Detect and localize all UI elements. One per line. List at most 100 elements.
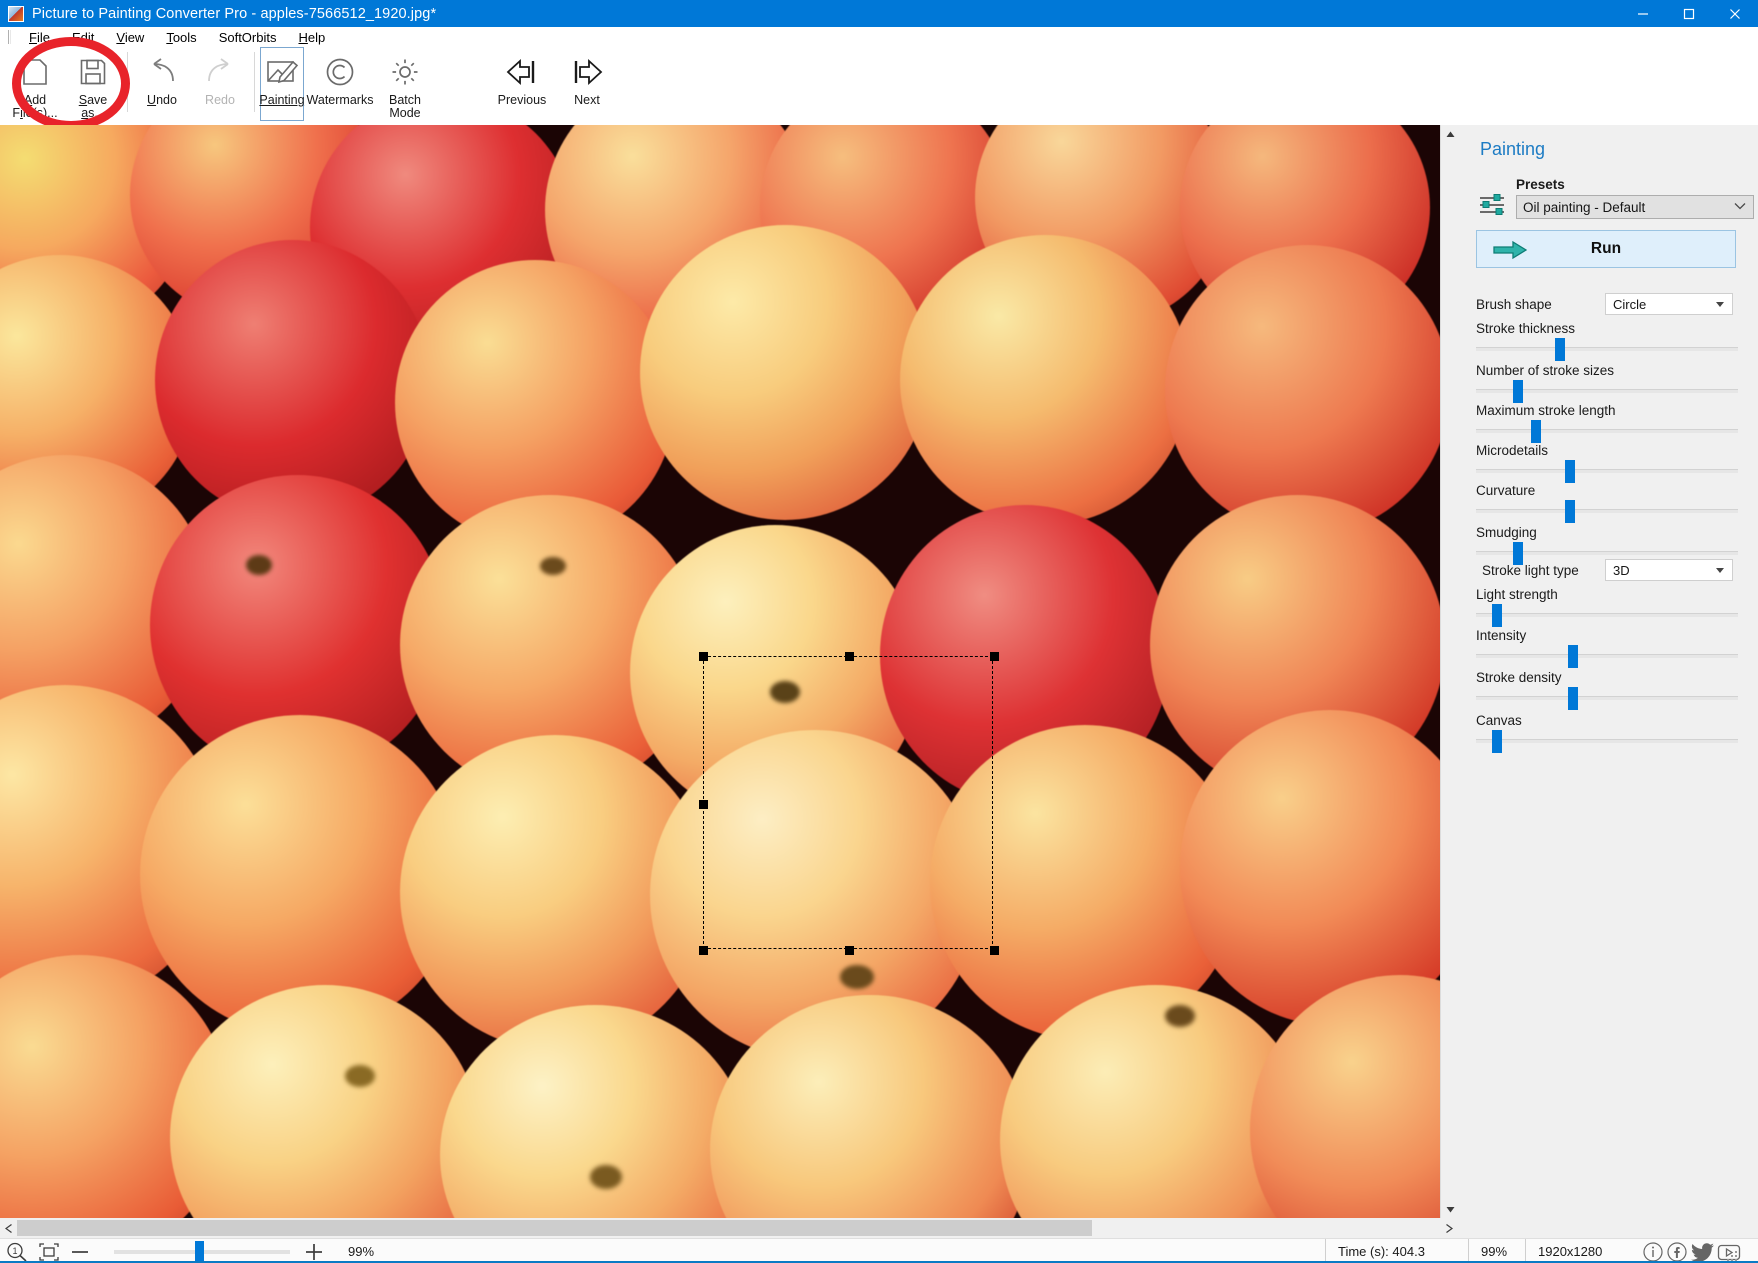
presets-label: Presets — [1516, 177, 1565, 192]
watermarks-label: Watermarks — [307, 94, 374, 107]
curvature-label: Curvature — [1476, 483, 1742, 498]
painted-apples-image — [0, 125, 1440, 1218]
menu-edit[interactable]: Edit — [61, 30, 105, 45]
previous-label: Previous — [498, 94, 547, 107]
selection-handle-bottom-center[interactable] — [845, 946, 854, 955]
facebook-icon[interactable] — [1666, 1241, 1690, 1263]
maximum-stroke-length-slider[interactable] — [1476, 429, 1738, 433]
add-files-button[interactable]: AddFile(s)... — [6, 47, 64, 121]
info-icon[interactable] — [1642, 1241, 1666, 1263]
intensity-slider[interactable] — [1476, 654, 1738, 658]
previous-arrow-icon — [504, 52, 540, 92]
number-of-stroke-sizes-slider[interactable] — [1476, 389, 1738, 393]
redo-icon — [204, 52, 236, 92]
next-button[interactable]: Next — [558, 47, 616, 121]
slider-thumb[interactable] — [1513, 542, 1523, 565]
presets-combobox[interactable]: Oil painting - Default — [1516, 195, 1754, 219]
selection-handle-top-left[interactable] — [699, 652, 708, 661]
maximize-button[interactable] — [1666, 0, 1712, 27]
close-button[interactable] — [1712, 0, 1758, 27]
stroke-light-type-combobox[interactable]: 3D — [1605, 559, 1733, 581]
scroll-down-arrow-icon[interactable] — [1441, 1200, 1459, 1218]
smudging-slider[interactable] — [1476, 551, 1738, 555]
undo-icon — [146, 52, 178, 92]
redo-button: Redo — [191, 47, 249, 121]
control-stroke-thickness: Stroke thickness — [1476, 321, 1742, 351]
light-strength-slider[interactable] — [1476, 613, 1738, 617]
control-microdetails: Microdetails — [1476, 443, 1742, 473]
add-files-icon — [20, 52, 50, 92]
slider-thumb[interactable] — [1568, 687, 1578, 710]
slider-thumb[interactable] — [1513, 380, 1523, 403]
slider-thumb[interactable] — [1568, 645, 1578, 668]
number-of-stroke-sizes-label: Number of stroke sizes — [1476, 363, 1742, 378]
intensity-label: Intensity — [1476, 628, 1742, 643]
menu-file[interactable]: FFileile — [18, 30, 61, 45]
batch-mode-button[interactable]: Batch Mode — [376, 47, 434, 121]
canvas-vertical-scrollbar[interactable] — [1440, 125, 1458, 1218]
zoom-slider[interactable] — [114, 1250, 290, 1254]
processing-time-label: Time (s): 404.3 — [1325, 1239, 1425, 1263]
zoom-controls: 1 — [6, 1239, 374, 1263]
stroke-density-slider[interactable] — [1476, 696, 1738, 700]
twitter-icon[interactable] — [1690, 1241, 1716, 1263]
slider-thumb[interactable] — [1531, 420, 1541, 443]
painting-settings-panel: Painting Presets Oil painting - Default — [1458, 125, 1758, 1218]
minimize-button[interactable] — [1620, 0, 1666, 27]
chevron-down-icon — [1734, 201, 1746, 213]
menu-help[interactable]: Help — [287, 30, 336, 45]
slider-thumb[interactable] — [1565, 460, 1575, 483]
painting-tool-button[interactable]: Painting — [260, 47, 304, 121]
selection-handle-middle-left[interactable] — [699, 800, 708, 809]
maximum-stroke-length-label: Maximum stroke length — [1476, 403, 1742, 418]
control-number-of-stroke-sizes: Number of stroke sizes — [1476, 363, 1742, 393]
slider-thumb[interactable] — [1492, 730, 1502, 753]
undo-button[interactable]: Undo — [133, 47, 191, 121]
menu-view[interactable]: View — [105, 30, 155, 45]
zoom-in-button[interactable] — [304, 1242, 324, 1262]
status-bar: 1 — [0, 1238, 1758, 1263]
toolbar-separator-1 — [127, 52, 128, 112]
microdetails-slider[interactable] — [1476, 469, 1738, 473]
zoom-fit-icon[interactable] — [38, 1242, 60, 1262]
redo-label: Redo — [205, 94, 235, 107]
canvas-slider[interactable] — [1476, 739, 1738, 743]
selection-rectangle[interactable] — [703, 656, 993, 949]
run-button[interactable]: Run — [1476, 230, 1736, 268]
selection-handle-bottom-right[interactable] — [990, 946, 999, 955]
scroll-up-arrow-icon[interactable] — [1441, 125, 1459, 143]
chevron-down-icon — [1716, 302, 1724, 307]
stroke-thickness-slider[interactable] — [1476, 347, 1738, 351]
control-stroke-light-type: Stroke light type 3D — [1476, 563, 1742, 578]
selection-handle-top-center[interactable] — [845, 652, 854, 661]
image-canvas[interactable] — [0, 125, 1440, 1218]
slider-thumb[interactable] — [1492, 604, 1502, 627]
gear-icon — [390, 52, 420, 92]
save-as-button[interactable]: Saveas... — [64, 47, 122, 121]
next-label: Next — [574, 94, 600, 107]
scroll-right-arrow-icon[interactable] — [1441, 1218, 1458, 1238]
selection-handle-top-right[interactable] — [990, 652, 999, 661]
canvas-horizontal-scrollbar[interactable] — [0, 1218, 1458, 1238]
watermarks-button[interactable]: Watermarks — [304, 47, 376, 121]
image-dimensions-label: 1920x1280 — [1525, 1239, 1602, 1263]
panel-title: Painting — [1480, 139, 1545, 160]
slider-thumb[interactable] — [1555, 338, 1565, 361]
curvature-slider[interactable] — [1476, 509, 1738, 513]
zoom-out-button[interactable] — [70, 1242, 90, 1262]
canvas-label: Canvas — [1476, 713, 1742, 728]
slider-thumb[interactable] — [1565, 500, 1575, 523]
zoom-actual-size-icon[interactable]: 1 — [6, 1242, 28, 1262]
zoom-slider-thumb[interactable] — [195, 1241, 204, 1262]
smudging-label: Smudging — [1476, 525, 1742, 540]
control-maximum-stroke-length: Maximum stroke length — [1476, 403, 1742, 433]
selection-handle-bottom-left[interactable] — [699, 946, 708, 955]
menu-softorbits[interactable]: SoftOrbits — [208, 30, 288, 45]
scroll-left-arrow-icon[interactable] — [0, 1218, 17, 1238]
previous-button[interactable]: Previous — [486, 47, 558, 121]
presets-value: Oil painting - Default — [1523, 200, 1645, 215]
horizontal-scroll-thumb[interactable] — [17, 1220, 1092, 1236]
brush-shape-combobox[interactable]: Circle — [1605, 293, 1733, 315]
painting-icon — [265, 52, 299, 92]
menu-tools[interactable]: Tools — [155, 30, 207, 45]
